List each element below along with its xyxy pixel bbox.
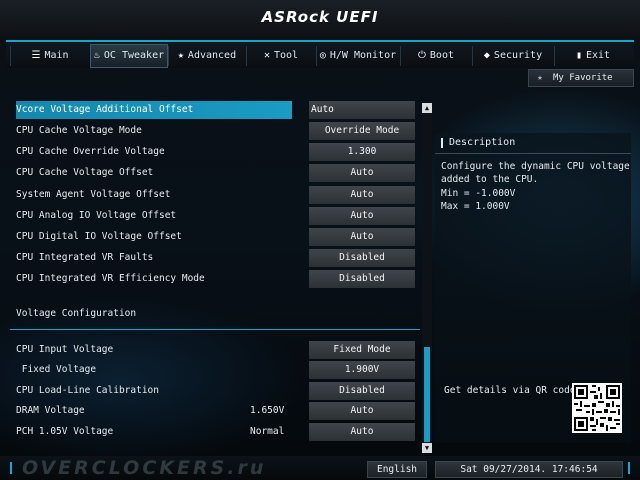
watermark-text: OVERCLOCKERS.ru [22, 457, 267, 479]
setting-value[interactable]: Auto [309, 228, 415, 246]
setting-cpu-cache-override-voltage[interactable]: CPU Cache Override Voltage 1.300 [10, 143, 420, 161]
tab-oc-tweaker[interactable]: ♨ OC Tweaker [90, 44, 168, 68]
setting-value[interactable]: Disabled [309, 270, 415, 288]
section-title-voltage-configuration: Voltage Configuration [16, 308, 137, 319]
star-icon: ★ [177, 50, 184, 61]
setting-value[interactable]: Auto [309, 186, 415, 204]
setting-vcore-voltage-additional-offset[interactable]: Vcore Voltage Additional Offset Auto [10, 101, 420, 119]
setting-value[interactable]: Override Mode [309, 122, 415, 140]
setting-label: CPU Integrated VR Faults [16, 252, 154, 263]
setting-cpu-digital-io-voltage-offset[interactable]: CPU Digital IO Voltage Offset Auto [10, 228, 420, 246]
power-icon: ⏻ [417, 50, 426, 61]
tab-label: Boot [429, 50, 454, 61]
setting-label: CPU Integrated VR Efficiency Mode [16, 273, 205, 284]
setting-value[interactable]: 1.300 [309, 143, 415, 161]
setting-label: CPU Cache Voltage Offset [16, 167, 154, 178]
tab-label: Security [493, 50, 543, 61]
qr-code-icon[interactable] [572, 383, 622, 433]
exit-icon: ▮ [575, 50, 582, 61]
flame-icon: ♨ [93, 50, 100, 61]
setting-label: CPU Load-Line Calibration [16, 385, 159, 396]
tab-label: H/W Monitor [329, 50, 397, 61]
description-line: Max = 1.000V [441, 201, 510, 212]
setting-value[interactable]: Auto [309, 101, 415, 119]
list-icon: ☰ [31, 50, 41, 61]
footer-marker [10, 462, 12, 474]
qr-code-label: Get details via QR code [444, 385, 576, 396]
tab-label: Advanced [187, 50, 237, 61]
monitor-icon: ◎ [319, 50, 326, 61]
setting-value[interactable]: Auto [309, 164, 415, 182]
setting-label: System Agent Voltage Offset [16, 189, 171, 200]
current-reading: 1.650V [250, 405, 285, 416]
setting-cpu-integrated-vr-faults[interactable]: CPU Integrated VR Faults Disabled [10, 249, 420, 267]
setting-pch-105v-voltage[interactable]: PCH 1.05V Voltage Normal Auto [10, 423, 420, 441]
tab-tool[interactable]: ✕ Tool [246, 46, 315, 66]
language-selector[interactable]: English [367, 461, 427, 478]
date-time-display: Sat 09/27/2014. 17:46:54 [435, 461, 623, 478]
tab-security[interactable]: ◆ Security [472, 46, 553, 66]
tab-advanced[interactable]: ★ Advanced [168, 46, 245, 66]
star-icon: ★ [537, 73, 543, 83]
setting-cpu-integrated-vr-efficiency-mode[interactable]: CPU Integrated VR Efficiency Mode Disabl… [10, 270, 420, 288]
tab-hw-monitor[interactable]: ◎ H/W Monitor [316, 46, 399, 66]
description-header: Description [435, 133, 631, 154]
setting-value[interactable]: Auto [309, 207, 415, 225]
setting-cpu-load-line-calibration[interactable]: CPU Load-Line Calibration Disabled [10, 382, 420, 400]
shield-icon: ◆ [483, 50, 490, 61]
setting-label: CPU Cache Override Voltage [16, 146, 165, 157]
setting-value[interactable]: Auto [309, 423, 415, 441]
description-line: added to the CPU. [441, 174, 539, 185]
tab-exit[interactable]: ▮ Exit [554, 46, 631, 66]
setting-label: PCH 1.05V Voltage [16, 426, 114, 437]
setting-label: CPU Digital IO Voltage Offset [16, 231, 182, 242]
description-line: Min = -1.000V [441, 188, 516, 199]
setting-value[interactable]: 1.900V [309, 361, 415, 379]
setting-label: Vcore Voltage Additional Offset [16, 101, 292, 119]
current-reading: Normal [250, 426, 285, 437]
tab-label: Tool [273, 50, 299, 61]
tab-boot[interactable]: ⏻ Boot [400, 46, 471, 66]
footer-marker [628, 462, 630, 474]
setting-system-agent-voltage-offset[interactable]: System Agent Voltage Offset Auto [10, 186, 420, 204]
description-panel: Description Configure the dynamic CPU vo… [435, 133, 631, 443]
setting-cpu-cache-voltage-mode[interactable]: CPU Cache Voltage Mode Override Mode [10, 122, 420, 140]
description-marker-icon [441, 138, 443, 148]
my-favorite-button[interactable]: ★ My Favorite [528, 69, 634, 87]
tab-label: OC Tweaker [103, 50, 165, 61]
scroll-up-arrow-icon[interactable]: ▲ [422, 103, 432, 113]
tools-icon: ✕ [263, 50, 270, 61]
main-tab-bar: ☰ Main ♨ OC Tweaker ★ Advanced ✕ Tool ◎ H/W M… [6, 40, 634, 68]
setting-label: CPU Input Voltage [16, 344, 114, 355]
setting-label: CPU Analog IO Voltage Offset [16, 210, 177, 221]
setting-label: CPU Cache Voltage Mode [16, 125, 142, 136]
tab-label: Main [44, 50, 69, 61]
setting-label: Fixed Voltage [16, 364, 97, 375]
footer-bar: OVERCLOCKERS.ru English Sat 09/27/2014. … [0, 456, 640, 480]
setting-cpu-analog-io-voltage-offset[interactable]: CPU Analog IO Voltage Offset Auto [10, 207, 420, 225]
setting-fixed-voltage[interactable]: Fixed Voltage 1.900V [10, 361, 420, 379]
my-favorite-label: My Favorite [553, 73, 613, 83]
setting-label: DRAM Voltage [16, 405, 85, 416]
setting-value[interactable]: Auto [309, 402, 415, 420]
description-line: Configure the dynamic CPU voltage [441, 161, 630, 172]
setting-cpu-input-voltage[interactable]: CPU Input Voltage Fixed Mode [10, 341, 420, 359]
setting-value[interactable]: Disabled [309, 249, 415, 267]
tab-main[interactable]: ☰ Main [10, 46, 89, 66]
header-bar: ASRock UEFI [0, 0, 640, 40]
settings-scrollbar[interactable]: ▲ ▼ [422, 103, 432, 453]
setting-dram-voltage[interactable]: DRAM Voltage 1.650V Auto [10, 402, 420, 420]
tab-label: Exit [585, 50, 611, 61]
section-divider [10, 329, 420, 330]
asrock-uefi-logo: ASRock UEFI [261, 8, 379, 26]
setting-value[interactable]: Fixed Mode [309, 341, 415, 359]
setting-cpu-cache-voltage-offset[interactable]: CPU Cache Voltage Offset Auto [10, 164, 420, 182]
setting-value[interactable]: Disabled [309, 382, 415, 400]
description-title: Description [449, 137, 516, 148]
scrollbar-thumb[interactable] [424, 347, 430, 442]
scroll-down-arrow-icon[interactable]: ▼ [422, 443, 432, 453]
